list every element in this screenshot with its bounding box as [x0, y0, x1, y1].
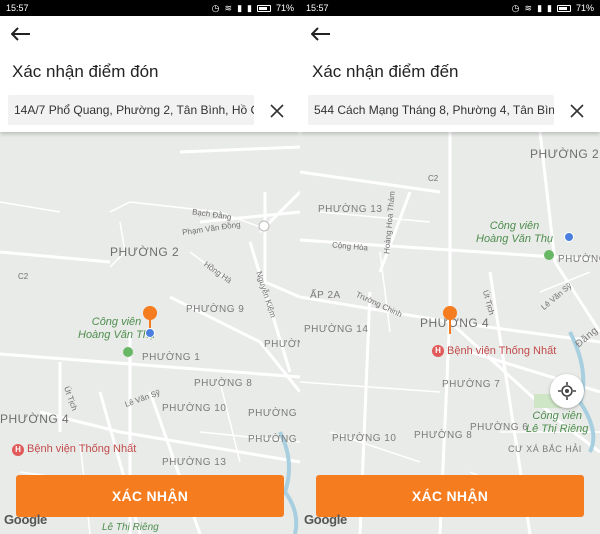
current-location-dot [564, 232, 574, 242]
map-label: PHƯỜNG 2 [110, 245, 180, 259]
park-icon [544, 250, 554, 260]
map-label: PHƯỜNG 7 [442, 379, 501, 390]
pickup-screen: 15:57 ◷ ≋ ▮ ▮ 71% Xác nhận điểm đón 14A/… [0, 0, 300, 534]
clear-address-button[interactable] [566, 100, 588, 122]
map-label: PHƯỜNG 1 [142, 352, 201, 363]
map-label: PHƯỜNG 8 [194, 378, 253, 389]
battery-percent: 71% [275, 2, 294, 13]
current-location-dot [145, 328, 155, 338]
battery-icon [256, 4, 271, 12]
back-button[interactable] [310, 24, 332, 44]
status-time: 15:57 [306, 3, 329, 13]
status-bar: 15:57 ◷ ≋ ▮ ▮ 71% [300, 0, 600, 16]
map-label: PHƯỜNG 12 [248, 434, 300, 445]
park-icon [123, 347, 133, 357]
map-label: C2 [428, 174, 439, 183]
close-icon [270, 104, 284, 118]
poi-label: Bệnh viện Thống Nhất [27, 443, 137, 455]
hospital-icon: H [432, 345, 444, 357]
map-label: PHƯỜNG 13 [318, 204, 383, 215]
signal-icon: ▮ [537, 2, 543, 13]
destination-address-input[interactable]: 544 Cách Mạng Tháng 8, Phường 4, Tân Bìn… [308, 95, 554, 125]
map[interactable]: PHƯỜNG 2 C2 Bạch Đằng Phạm Văn Đồng Hồng… [0, 132, 300, 534]
map-label: PHƯỜNG 2 [530, 147, 600, 161]
map-label: PHƯỜNG 4 [0, 412, 70, 426]
park-label: Công viên Hoàng Văn Thụ [476, 220, 554, 245]
arrow-left-icon [11, 27, 30, 41]
close-icon [570, 104, 584, 118]
header: Xác nhận điểm đón 14A/7 Phổ Quang, Phườn… [0, 16, 300, 132]
map-label: PHƯỜNG 10 [332, 433, 397, 444]
map-label: PHƯỜNG 14 [304, 324, 369, 335]
pickup-address-input[interactable]: 14A/7 Phổ Quang, Phường 2, Tân Bình, Hồ … [8, 95, 254, 125]
map-label: Lê Thị Riêng [102, 522, 159, 533]
map-label: ẤP 2A [310, 290, 341, 301]
map-label: CƯ XÁ BẮC HẢI [508, 444, 582, 454]
park-label: Công viên Lê Thị Riêng [526, 410, 589, 435]
page-title: Xác nhận điểm đón [12, 62, 159, 81]
my-location-icon [558, 382, 576, 400]
hospital-icon: H [12, 444, 24, 456]
alarm-icon: ◷ [511, 2, 520, 13]
my-location-button[interactable] [550, 374, 584, 408]
status-bar: 15:57 ◷ ≋ ▮ ▮ 71% [0, 0, 300, 16]
status-time: 15:57 [6, 3, 29, 13]
arrow-left-icon [311, 27, 330, 41]
google-logo: Google [4, 512, 47, 527]
destination-screen: 15:57 ◷ ≋ ▮ ▮ 71% Xác nhận điểm đến 544 … [300, 0, 600, 534]
battery-percent: 71% [575, 2, 594, 13]
google-logo: Google [304, 512, 347, 527]
header: Xác nhận điểm đến 544 Cách Mạng Tháng 8,… [300, 16, 600, 132]
battery-icon [556, 4, 571, 12]
map-label: PHƯỜNG 10 [162, 403, 227, 414]
signal-icon-2: ▮ [547, 2, 552, 13]
signal-icon-2: ▮ [247, 2, 252, 13]
wifi-icon: ≋ [524, 2, 533, 13]
map-label: PHƯỜNG 9 [186, 304, 245, 315]
map-label: PHƯỜNG [264, 339, 300, 350]
map-label: PHƯỜNG 11 [248, 408, 300, 419]
wifi-icon: ≋ [224, 2, 233, 13]
status-icons: ◷ ≋ ▮ ▮ 71% [211, 2, 294, 13]
map[interactable]: PHƯỜNG 2 C2 PHƯỜNG 13 Hoàng Hoa Thám Cộn… [300, 132, 600, 534]
confirm-button[interactable]: XÁC NHẬN [316, 475, 584, 517]
map-label: PHƯỜNG 6 [470, 422, 529, 433]
status-icons: ◷ ≋ ▮ ▮ 71% [511, 2, 594, 13]
map-label: PHƯỜNG 13 [162, 457, 227, 468]
map-label: C2 [18, 272, 29, 281]
alarm-icon: ◷ [211, 2, 220, 13]
confirm-button[interactable]: XÁC NHẬN [16, 475, 284, 517]
page-title: Xác nhận điểm đến [312, 62, 459, 81]
destination-pin-icon [443, 306, 457, 334]
map-label: PHƯỜNG [558, 254, 600, 265]
back-button[interactable] [10, 24, 32, 44]
map-label: PHƯỜNG 8 [414, 430, 473, 441]
signal-icon: ▮ [237, 2, 243, 13]
clear-address-button[interactable] [266, 100, 288, 122]
poi-label: Bệnh viện Thống Nhất [447, 345, 557, 357]
